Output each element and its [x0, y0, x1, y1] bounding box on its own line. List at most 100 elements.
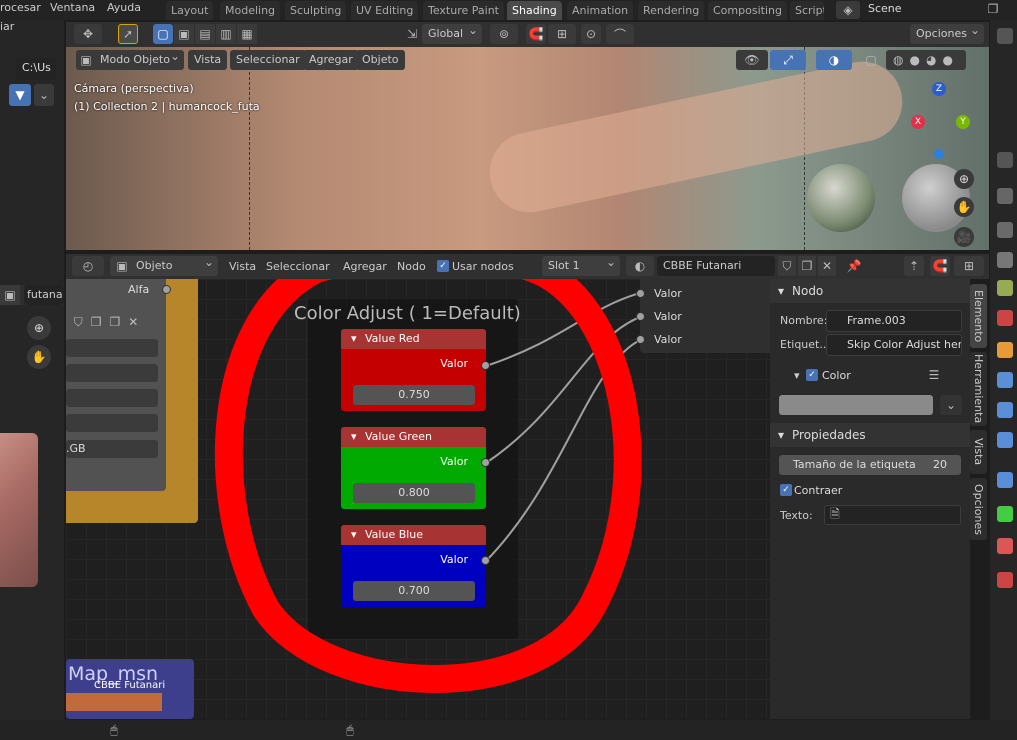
text-datablock-field[interactable]	[824, 505, 961, 525]
snap-mode-icon[interactable]: ⊞	[954, 256, 984, 276]
node-menu-vista[interactable]: Vista	[229, 260, 256, 273]
zoom-icon[interactable]: ⊕	[27, 316, 51, 340]
tab-compositing[interactable]: Compositing	[708, 1, 787, 20]
data-properties-icon[interactable]	[997, 506, 1013, 522]
view-layer-icon[interactable]	[997, 252, 1013, 268]
tab-uv-editing[interactable]: UV Editing	[351, 1, 419, 20]
material-name-field[interactable]: CBBE Futanari	[657, 256, 775, 276]
menu-ayuda[interactable]: Ayuda	[107, 1, 141, 14]
snap-target-icon[interactable]: ⊞	[548, 24, 576, 44]
snap-node-icon[interactable]: 🧲	[930, 256, 950, 276]
label-size-slider[interactable]: Tamaño de la etiqueta 20	[779, 455, 961, 475]
color-checkbox[interactable]: ✓	[806, 369, 818, 381]
viewport-menu-objeto[interactable]: Objeto	[356, 50, 405, 70]
render-properties-icon[interactable]	[997, 152, 1013, 168]
menu-procesar[interactable]: rocesar	[0, 1, 41, 14]
scene-name[interactable]: Scene	[868, 2, 902, 15]
list-icon[interactable]: ☰	[926, 367, 942, 383]
camera-view-icon[interactable]: 🎥	[954, 227, 974, 247]
color-collapse-arrow[interactable]: ▾	[794, 369, 800, 382]
gizmo-toggle-icon[interactable]: ⤢	[770, 50, 806, 70]
gizmo-z-axis[interactable]: Z	[932, 82, 946, 96]
physics-icon[interactable]	[997, 432, 1013, 448]
select-mode-invert-icon[interactable]: ▥	[216, 24, 236, 44]
select-mode-extend-icon[interactable]: ▣	[174, 24, 194, 44]
shrink-checkbox[interactable]: ✓	[780, 484, 792, 496]
tab-modeling[interactable]: Modeling	[220, 1, 281, 20]
viewport-menu-seleccionar[interactable]: Seleccionar	[230, 50, 306, 70]
select-mode-subtract-icon[interactable]: ▤	[195, 24, 215, 44]
constraints-icon[interactable]	[997, 472, 1013, 488]
tab-opciones[interactable]: Opciones	[970, 478, 987, 540]
node-menu-nodo[interactable]: Nodo	[397, 260, 426, 273]
navigation-gizmo[interactable]: Z X Y	[906, 82, 972, 153]
tab-elemento[interactable]: Elemento	[970, 284, 987, 348]
tool-properties-icon[interactable]	[997, 28, 1013, 44]
scene-properties-icon[interactable]	[997, 280, 1013, 296]
properties-panel-header[interactable]: Propiedades	[770, 423, 970, 447]
tab-vista[interactable]: Vista	[970, 430, 987, 474]
xray-icon[interactable]: ▢	[863, 50, 879, 70]
viewport-menu-agregar[interactable]: Agregar	[303, 50, 359, 70]
output-properties-icon[interactable]	[997, 222, 1013, 238]
node-editor-type-icon[interactable]: ◴	[72, 256, 104, 276]
tab-texture-paint[interactable]: Texture Paint	[423, 1, 504, 20]
menu-ventana[interactable]: Ventana	[50, 1, 95, 14]
scene-icon[interactable]: ◈	[836, 1, 860, 19]
duplicate-material-icon[interactable]: ❐	[798, 256, 816, 276]
viewport-zoom-icon[interactable]: ⊕	[954, 169, 974, 189]
node-editor-canvas[interactable]: Alfa ⛉❐❐✕ .GB Map_msn CBBE Futanari Colo…	[66, 279, 770, 719]
tab-rendering[interactable]: Rendering	[638, 1, 705, 20]
gizmo-x-axis[interactable]: X	[911, 115, 925, 129]
node-label-field[interactable]: Skip Color Adjust here	[826, 334, 962, 356]
tab-sculpting[interactable]: Sculpting	[285, 1, 347, 20]
tab-shading[interactable]: Shading	[507, 1, 562, 20]
parent-node-icon[interactable]: ⇡	[904, 256, 924, 276]
modifier-icon[interactable]	[997, 372, 1013, 388]
material-icon[interactable]: ◐	[626, 256, 654, 276]
world-properties-icon[interactable]	[997, 310, 1013, 326]
options-dropdown[interactable]: Opciones	[910, 20, 984, 44]
nodo-panel-header[interactable]: Nodo	[770, 279, 970, 303]
filter-icon[interactable]: ▼	[9, 84, 31, 106]
hand-pan-icon[interactable]: ✋	[27, 345, 51, 369]
image-dropdown[interactable]: futana	[24, 285, 64, 305]
editor-type-icon[interactable]: ✥	[74, 24, 102, 44]
fake-user-icon[interactable]: ⛉	[778, 256, 796, 276]
select-mode-new-icon[interactable]: ▢	[153, 24, 173, 44]
new-scene-icon[interactable]: ❐	[983, 0, 1003, 18]
texture-properties-icon[interactable]	[997, 572, 1013, 588]
select-mode-intersect-icon[interactable]: ▦	[237, 24, 257, 44]
tab-herramienta[interactable]: Herramienta	[970, 352, 987, 426]
3d-viewport[interactable]: Modo Objeto ▣ Vista Seleccionar Agregar …	[66, 46, 989, 250]
visibility-icon[interactable]: 👁	[736, 50, 768, 70]
snap-icon[interactable]: 🧲	[526, 24, 546, 44]
color-swatch[interactable]	[779, 395, 933, 415]
pivot-icon[interactable]: ⊚	[490, 24, 518, 44]
orientation-dropdown[interactable]: Global	[422, 20, 482, 44]
node-menu-agregar[interactable]: Agregar	[343, 260, 387, 273]
image-editor-type-icon[interactable]: ▣	[0, 285, 20, 305]
tab-layout[interactable]: Layout	[166, 1, 214, 20]
overlay-toggle-icon[interactable]: ◑	[816, 50, 852, 70]
viewport-pan-icon[interactable]: ✋	[954, 197, 974, 217]
unlink-material-icon[interactable]: ✕	[818, 256, 836, 276]
particles-icon[interactable]	[997, 402, 1013, 418]
object-properties-icon[interactable]	[997, 342, 1013, 358]
node-name-field[interactable]: Frame.003	[826, 310, 962, 332]
material-properties-icon[interactable]	[997, 538, 1013, 554]
node-menu-seleccionar[interactable]: Seleccionar	[266, 260, 330, 273]
slot-dropdown[interactable]: Slot 1	[542, 252, 620, 276]
pin-icon[interactable]: 📌	[844, 256, 864, 276]
filter-dropdown-icon[interactable]: ⌄	[34, 84, 54, 106]
tab-scripting[interactable]: Script	[790, 1, 824, 20]
use-nodes-checkbox[interactable]: ✓	[437, 260, 449, 272]
proportional-edit-icon[interactable]: ⊙	[581, 24, 601, 44]
gizmo-y-axis[interactable]: Y	[956, 115, 970, 129]
select-tool-icon[interactable]: ➚	[118, 24, 138, 44]
file-path-field[interactable]: C:\Us	[16, 58, 56, 80]
viewport-menu-vista[interactable]: Vista	[188, 50, 228, 70]
wrench-tool-icon[interactable]	[997, 188, 1013, 204]
tab-animation[interactable]: Animation	[567, 1, 634, 20]
color-dropdown-icon[interactable]: ⌄	[940, 395, 962, 415]
